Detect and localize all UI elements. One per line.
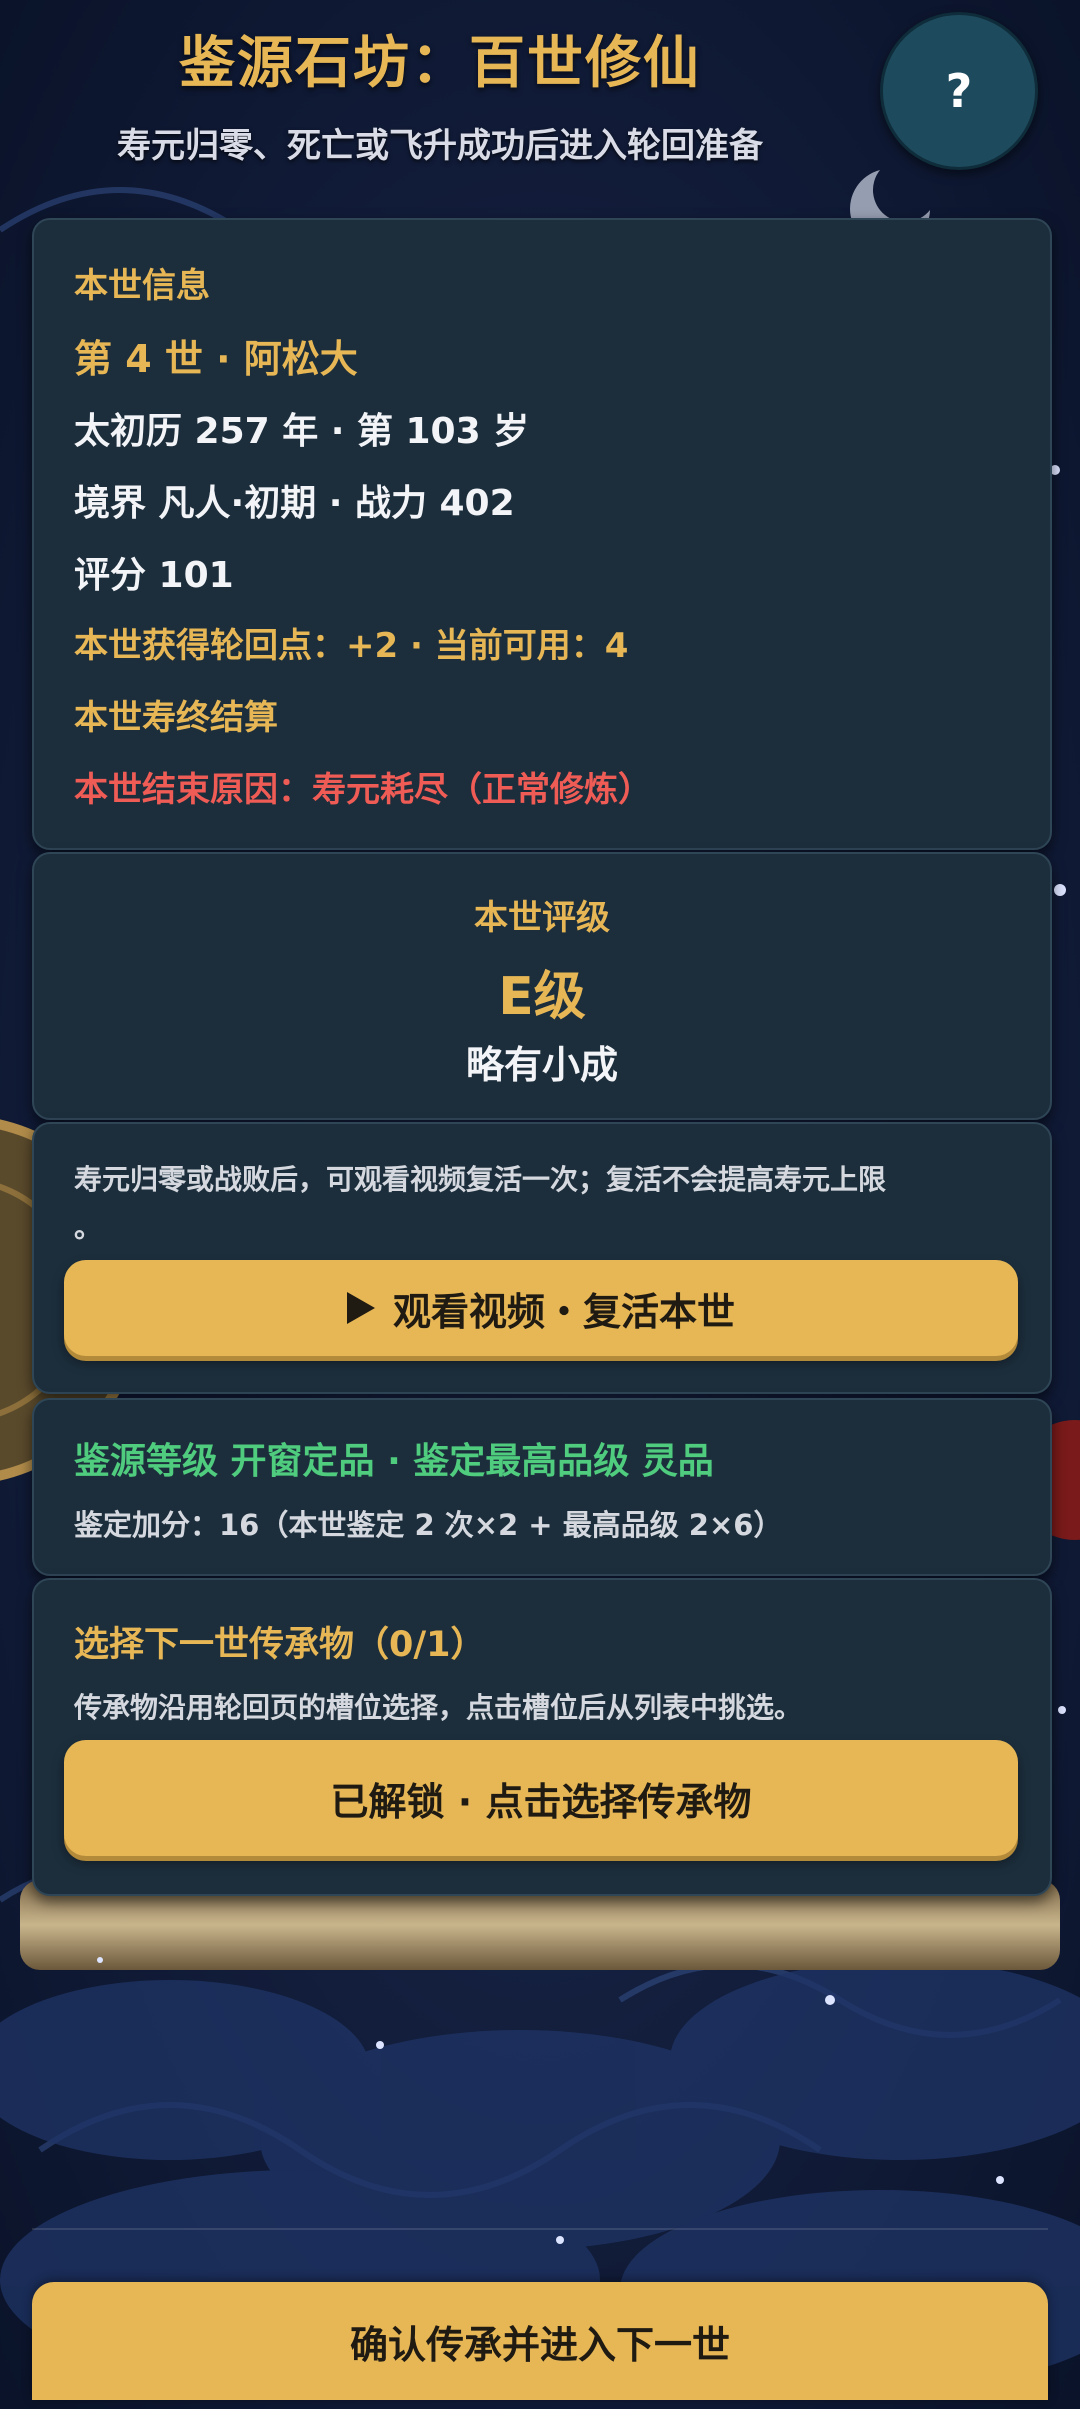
rating-heading: 本世评级 bbox=[474, 898, 610, 938]
age-line: 太初历 257 年 · 第 103 岁 bbox=[74, 411, 530, 452]
generation-line: 第 4 世 · 阿松大 bbox=[74, 337, 358, 381]
help-button[interactable]: ? bbox=[880, 12, 1038, 170]
inheritance-heading: 选择下一世传承物（0/1） bbox=[74, 1625, 486, 1665]
appraisal-card: 鉴源等级 开窗定品 · 鉴定最高品级 灵品 鉴定加分：16（本世鉴定 2 次×2… bbox=[32, 1398, 1052, 1576]
revive-notice-continued: 。 bbox=[74, 1211, 103, 1244]
revive-button-label: 观看视频・复活本世 bbox=[392, 1289, 735, 1334]
appraisal-bonus-line: 鉴定加分：16（本世鉴定 2 次×2 + 最高品级 2×6） bbox=[74, 1508, 783, 1542]
score-line: 评分 101 bbox=[74, 555, 234, 596]
revive-card: 寿元归零或战败后，可观看视频复活一次；复活不会提高寿元上限 。 观看视频・复活本… bbox=[32, 1122, 1052, 1394]
rating-comment: 略有小成 bbox=[465, 1043, 618, 1087]
settlement-heading: 本世寿终结算 bbox=[74, 698, 278, 738]
revive-notice: 寿元归零或战败后，可观看视频复活一次；复活不会提高寿元上限 bbox=[74, 1163, 887, 1196]
rating-grade: E级 bbox=[498, 967, 586, 1027]
realm-line: 境界 凡人·初期 · 战力 402 bbox=[74, 483, 515, 524]
question-mark-icon: ? bbox=[945, 64, 973, 118]
page-title: 鉴源石坊：百世修仙 bbox=[179, 31, 701, 96]
life-info-card: 本世信息 第 4 世 · 阿松大 太初历 257 年 · 第 103 岁 境界 … bbox=[32, 218, 1052, 850]
play-icon bbox=[346, 1292, 375, 1324]
rating-card: 本世评级 E级 略有小成 bbox=[32, 852, 1052, 1120]
end-reason-line: 本世结束原因：寿元耗尽（正常修炼） bbox=[74, 770, 652, 810]
revive-button[interactable]: 观看视频・复活本世 bbox=[64, 1260, 1018, 1356]
inheritance-card: 选择下一世传承物（0/1） 传承物沿用轮回页的槽位选择，点击槽位后从列表中挑选。… bbox=[32, 1578, 1052, 1896]
life-info-heading: 本世信息 bbox=[74, 266, 210, 306]
confirm-next-life-button[interactable]: 确认传承并进入下一世 bbox=[32, 2282, 1048, 2400]
appraisal-level-line: 鉴源等级 开窗定品 · 鉴定最高品级 灵品 bbox=[74, 1441, 714, 1482]
inheritance-hint: 传承物沿用轮回页的槽位选择，点击槽位后从列表中挑选。 bbox=[74, 1691, 803, 1724]
confirm-next-life-label: 确认传承并进入下一世 bbox=[349, 2322, 730, 2367]
reincarnation-points-line: 本世获得轮回点：+2 · 当前可用：4 bbox=[74, 626, 629, 666]
divider bbox=[32, 2228, 1048, 2230]
page-subtitle: 寿元归零、死亡或飞升成功后进入轮回准备 bbox=[117, 126, 763, 166]
select-inheritance-label: 已解锁 · 点击选择传承物 bbox=[330, 1779, 752, 1824]
select-inheritance-button[interactable]: 已解锁 · 点击选择传承物 bbox=[64, 1740, 1018, 1856]
